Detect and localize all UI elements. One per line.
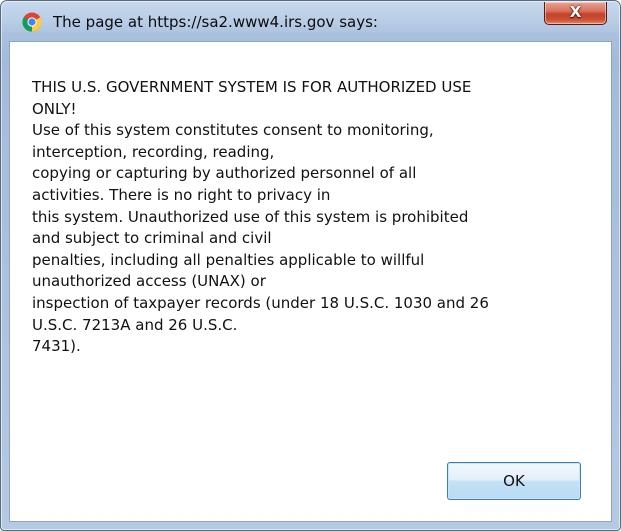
message-line: and subject to criminal and civil	[32, 229, 272, 248]
message-line: this system. Unauthorized use of this sy…	[32, 207, 469, 226]
message-line: U.S.C. 7213A and 26 U.S.C.	[32, 315, 238, 334]
ok-button-label: OK	[503, 472, 525, 490]
close-icon: X	[569, 3, 582, 21]
message-line: inspection of taxpayer records (under 18…	[32, 293, 489, 312]
ok-button[interactable]: OK	[447, 462, 581, 500]
message-line: penalties, including all penalties appli…	[32, 250, 425, 269]
message-line: activities. There is no right to privacy…	[32, 185, 331, 204]
message-line: 7431).	[32, 337, 81, 356]
chrome-icon	[22, 12, 42, 32]
dialog-title: The page at https://sa2.www4.irs.gov say…	[53, 13, 378, 31]
close-button[interactable]: X	[544, 2, 607, 25]
dialog-body: THIS U.S. GOVERNMENT SYSTEM IS FOR AUTHO…	[9, 41, 612, 522]
message-line: unauthorized access (UNAX) or	[32, 272, 266, 291]
message-line: Use of this system constitutes consent t…	[32, 121, 434, 140]
message-line: copying or capturing by authorized perso…	[32, 164, 417, 183]
message-line: ONLY!	[32, 99, 77, 118]
message-line: THIS U.S. GOVERNMENT SYSTEM IS FOR AUTHO…	[32, 78, 472, 96]
message-line: interception, recording, reading,	[32, 142, 275, 161]
alert-dialog-window: The page at https://sa2.www4.irs.gov say…	[0, 0, 621, 531]
alert-message: THIS U.S. GOVERNMENT SYSTEM IS FOR AUTHO…	[32, 77, 592, 358]
title-bar[interactable]: The page at https://sa2.www4.irs.gov say…	[1, 1, 620, 41]
